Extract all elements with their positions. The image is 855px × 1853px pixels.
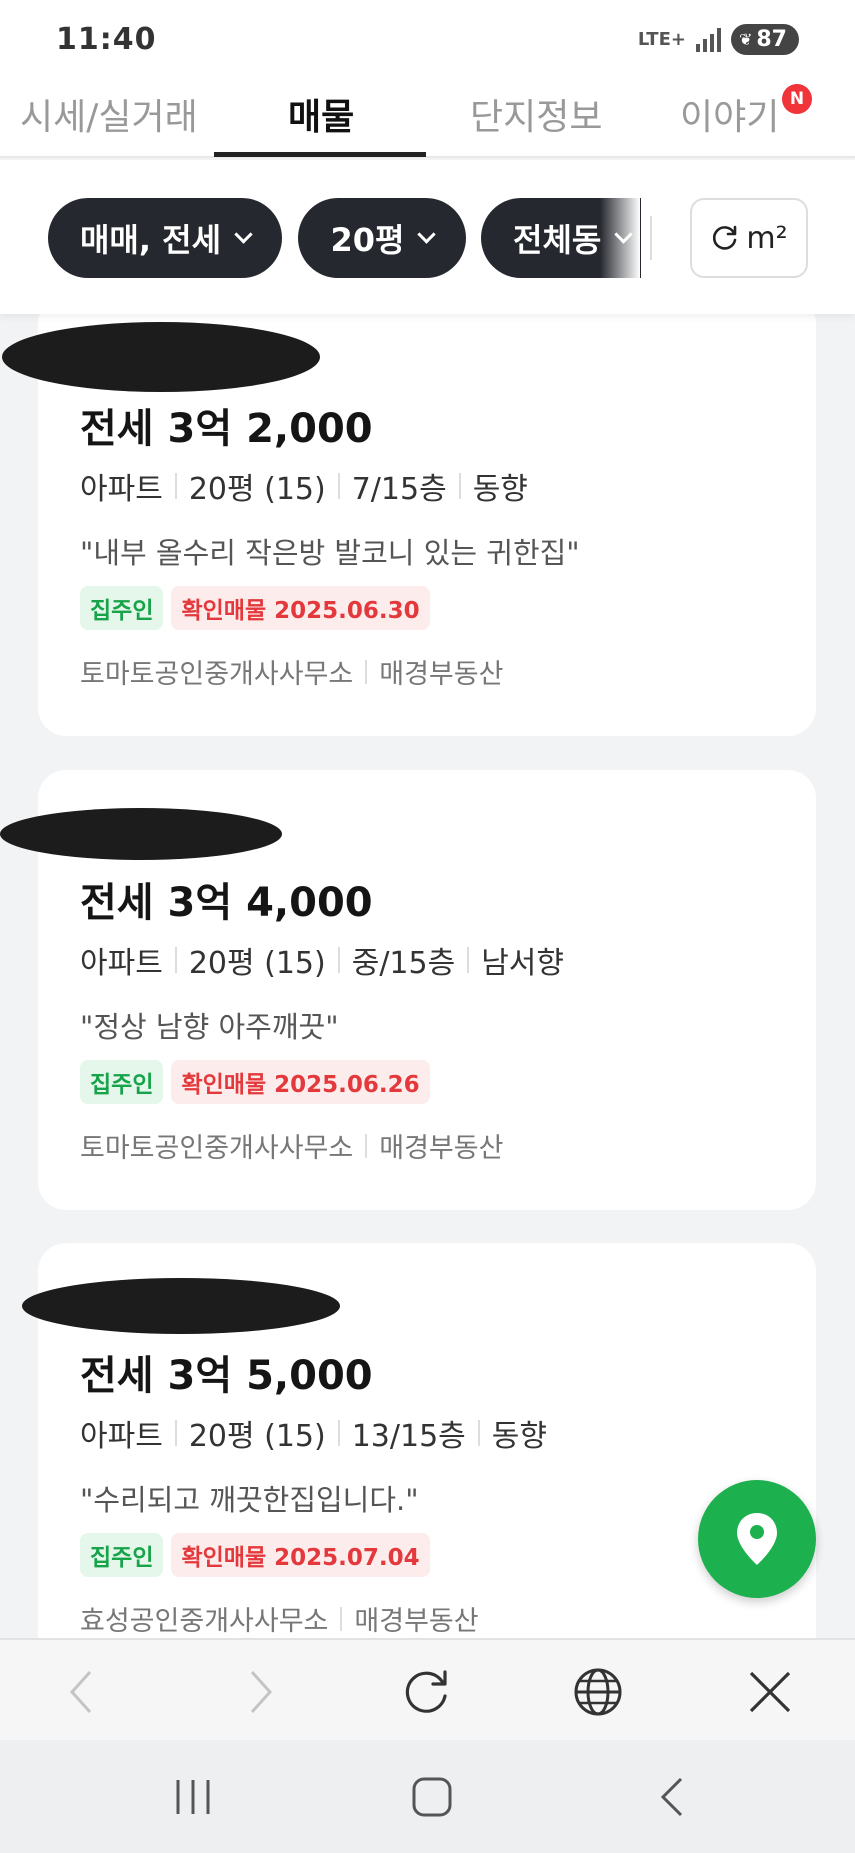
property-type: 아파트 [80, 472, 163, 507]
status-time: 11:40 [56, 22, 157, 57]
map-pin-icon [737, 1513, 777, 1565]
property-floor: 중/15층 [351, 946, 456, 981]
browser-globe-button[interactable] [566, 1660, 630, 1724]
trade-type-filter[interactable]: 매매, 전세 [48, 198, 282, 278]
listing-source: 매경부동산 [379, 1133, 504, 1164]
chevron-down-icon [417, 224, 437, 244]
listing-specs: 아파트 20평 (15) 13/15층 동향 [80, 1411, 547, 1455]
home-button[interactable] [402, 1770, 462, 1824]
listing-specs: 아파트 20평 (15) 중/15층 남서향 [80, 938, 564, 982]
property-direction: 동향 [472, 472, 528, 507]
agency-name: 토마토공인중개사사무소 [80, 659, 354, 690]
agency-name: 효성공인중개사사무소 [80, 1606, 329, 1637]
property-size: 20평 (15) [188, 1419, 326, 1454]
listing-agency: 효성공인중개사사무소 매경부동산 [80, 1599, 479, 1638]
tab-bar: 시세/실거래 매물 단지정보 이야기 [0, 78, 855, 158]
browser-forward-button[interactable] [228, 1660, 292, 1724]
refresh-icon [713, 225, 737, 250]
verified-badge: 확인매물 2025.07.04 [171, 1533, 430, 1577]
redacted-name [0, 808, 282, 860]
owner-badge: 집주인 [80, 1533, 164, 1577]
chevron-down-icon [234, 224, 253, 244]
listing-description: "정상 남향 아주깨끗" [80, 1010, 339, 1044]
back-icon [660, 1777, 683, 1817]
filter-divider [650, 216, 652, 260]
back-arrow-icon [69, 1670, 92, 1714]
tab-stories[interactable]: 이야기 [680, 88, 779, 140]
listing-agency: 토마토공인중개사사무소 매경부동산 [80, 1126, 503, 1165]
browser-refresh-button[interactable] [395, 1660, 459, 1724]
tab-complex-info[interactable]: 단지정보 [470, 88, 602, 140]
property-type: 아파트 [80, 1419, 163, 1454]
power-saving-icon: ❦ [738, 30, 753, 49]
dong-label: 전체동 [513, 221, 602, 259]
browser-toolbar [0, 1638, 855, 1740]
scroll-fade [600, 190, 640, 286]
owner-badge: 집주인 [80, 586, 164, 630]
property-direction: 남서향 [481, 946, 565, 981]
size-filter[interactable]: 20평 [298, 198, 466, 278]
refresh-icon [405, 1670, 447, 1713]
system-back-button[interactable] [642, 1770, 702, 1824]
status-bar: 11:40 LTE+ ❦ 87 [0, 0, 855, 78]
listing-source: 매경부동산 [379, 659, 504, 690]
active-tab-indicator [214, 152, 426, 157]
listing-badges: 집주인 확인매물 2025.06.26 [80, 1060, 430, 1104]
system-nav-bar [0, 1740, 855, 1853]
listing-description: "내부 올수리 작은방 발코니 있는 귀한집" [80, 536, 580, 570]
listing-description: "수리되고 깨끗한집입니다." [80, 1483, 419, 1517]
signal-icon [695, 27, 721, 52]
map-view-button[interactable] [698, 1480, 816, 1598]
unit-label: m² [746, 220, 788, 256]
unit-toggle-button[interactable]: m² [690, 198, 808, 278]
globe-icon [574, 1668, 622, 1716]
listing-badges: 집주인 확인매물 2025.07.04 [80, 1533, 430, 1577]
status-icons: LTE+ ❦ 87 [638, 24, 799, 55]
verified-badge: 확인매물 2025.06.26 [171, 1060, 430, 1104]
redacted-name [22, 1278, 340, 1334]
property-type: 아파트 [80, 946, 163, 981]
home-icon [412, 1777, 452, 1817]
trade-type-label: 매매, 전세 [79, 221, 222, 259]
property-floor: 7/15층 [351, 472, 447, 507]
browser-back-button[interactable] [50, 1660, 114, 1724]
filter-bar: 매매, 전세 20평 전체동 m² [0, 160, 855, 314]
listing-price: 전세 3억 5,000 [80, 1353, 373, 1399]
network-type: LTE+ [637, 28, 686, 50]
forward-arrow-icon [250, 1670, 273, 1714]
property-size: 20평 (15) [188, 472, 326, 507]
close-icon [749, 1671, 791, 1713]
listing-price: 전세 3억 2,000 [80, 406, 373, 452]
battery-indicator: ❦ 87 [730, 24, 799, 55]
tab-price-history[interactable]: 시세/실거래 [20, 88, 198, 140]
recent-apps-icon [176, 1780, 210, 1814]
tab-listings[interactable]: 매물 [288, 88, 354, 140]
listing-agency: 토마토공인중개사사무소 매경부동산 [80, 652, 503, 691]
owner-badge: 집주인 [80, 1060, 164, 1104]
listing-badges: 집주인 확인매물 2025.06.30 [80, 586, 430, 630]
verified-badge: 확인매물 2025.06.30 [171, 586, 430, 630]
property-direction: 동향 [491, 1419, 547, 1454]
listing-source: 매경부동산 [354, 1606, 479, 1637]
listing-specs: 아파트 20평 (15) 7/15층 동향 [80, 464, 528, 508]
browser-close-button[interactable] [738, 1660, 802, 1724]
recent-apps-button[interactable] [163, 1770, 223, 1824]
battery-level: 87 [756, 27, 787, 52]
agency-name: 토마토공인중개사사무소 [80, 1133, 354, 1164]
property-floor: 13/15층 [351, 1419, 466, 1454]
redacted-name [2, 322, 320, 392]
listing-price: 전세 3억 4,000 [80, 880, 373, 926]
size-label: 20평 [330, 221, 405, 259]
new-badge: N [782, 84, 812, 114]
property-size: 20평 (15) [188, 946, 326, 981]
